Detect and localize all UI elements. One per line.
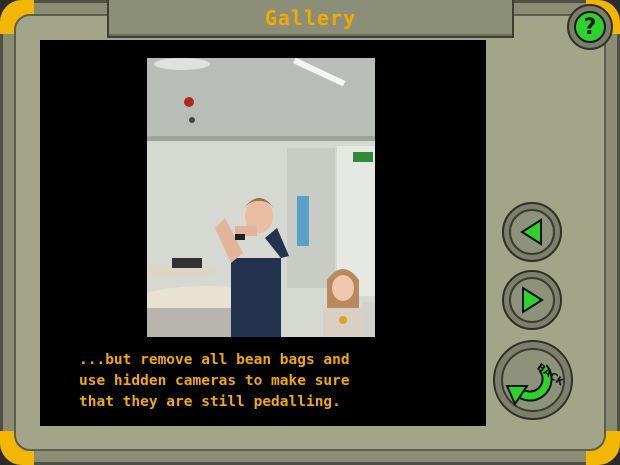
- gallery-photo: [147, 58, 375, 337]
- question-mark-icon: ?: [574, 11, 606, 43]
- back-arrow-icon: BACK: [505, 362, 563, 407]
- title-bar: Gallery: [107, 0, 514, 38]
- photo-caption: ...but remove all bean bags and use hidd…: [79, 352, 350, 410]
- back-button[interactable]: BACK: [493, 340, 573, 420]
- photo-image: [147, 58, 375, 337]
- next-button[interactable]: [502, 270, 562, 330]
- triangle-left-icon: [520, 218, 542, 246]
- previous-button[interactable]: [502, 202, 562, 262]
- page-title: Gallery: [264, 6, 357, 30]
- triangle-right-icon: [522, 286, 544, 314]
- help-button[interactable]: ?: [567, 4, 613, 50]
